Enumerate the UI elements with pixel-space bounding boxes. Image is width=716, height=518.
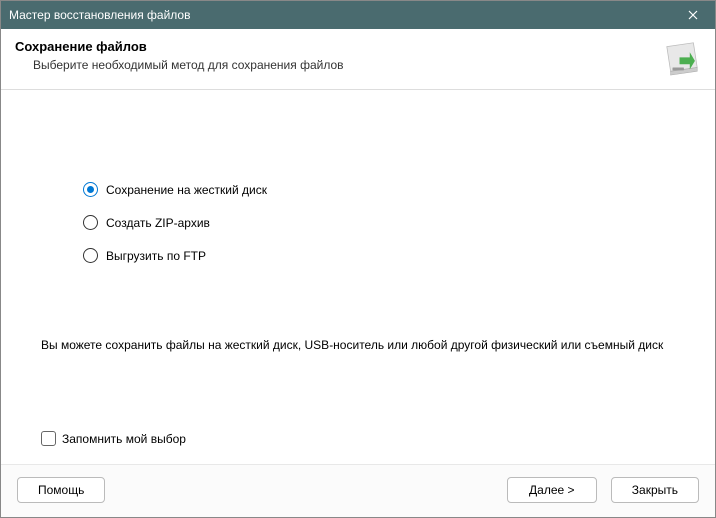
checkbox-label: Запомнить мой выбор bbox=[62, 432, 186, 446]
radio-label: Создать ZIP-архив bbox=[106, 216, 210, 230]
radio-icon bbox=[83, 248, 98, 263]
option-description: Вы можете сохранить файлы на жесткий дис… bbox=[41, 337, 675, 354]
titlebar: Мастер восстановления файлов bbox=[1, 1, 715, 29]
header-text-block: Сохранение файлов Выберите необходимый м… bbox=[15, 39, 663, 72]
next-button[interactable]: Далее > bbox=[507, 477, 597, 503]
wizard-footer: Помощь Далее > Закрыть bbox=[1, 464, 715, 517]
radio-option-ftp[interactable]: Выгрузить по FTP bbox=[83, 248, 675, 263]
help-button[interactable]: Помощь bbox=[17, 477, 105, 503]
radio-option-zip[interactable]: Создать ZIP-архив bbox=[83, 215, 675, 230]
radio-label: Сохранение на жесткий диск bbox=[106, 183, 267, 197]
wizard-content: Сохранение на жесткий диск Создать ZIP-а… bbox=[1, 90, 715, 464]
radio-icon bbox=[83, 215, 98, 230]
page-title: Сохранение файлов bbox=[15, 39, 663, 54]
wizard-header: Сохранение файлов Выберите необходимый м… bbox=[1, 29, 715, 90]
window-title: Мастер восстановления файлов bbox=[9, 8, 679, 22]
close-icon[interactable] bbox=[679, 1, 707, 29]
save-method-group: Сохранение на жесткий диск Создать ZIP-а… bbox=[83, 182, 675, 281]
radio-icon bbox=[83, 182, 98, 197]
hdd-save-icon bbox=[663, 39, 701, 77]
close-button[interactable]: Закрыть bbox=[611, 477, 699, 503]
page-subtitle: Выберите необходимый метод для сохранени… bbox=[15, 58, 663, 72]
wizard-window: Мастер восстановления файлов Сохранение … bbox=[0, 0, 716, 518]
radio-label: Выгрузить по FTP bbox=[106, 249, 206, 263]
checkbox-icon bbox=[41, 431, 56, 446]
radio-option-hdd[interactable]: Сохранение на жесткий диск bbox=[83, 182, 675, 197]
remember-checkbox-row[interactable]: Запомнить мой выбор bbox=[41, 431, 186, 446]
